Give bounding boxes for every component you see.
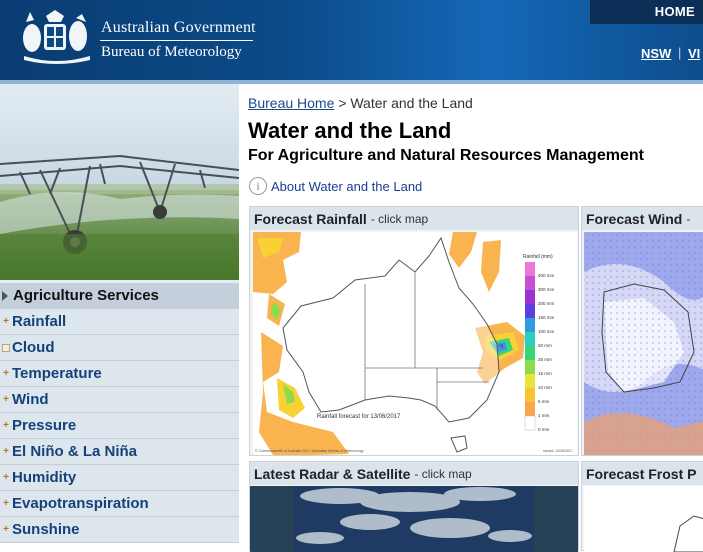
sidebar-item-label: Temperature [12, 365, 102, 382]
sidebar-item-label: Pressure [12, 417, 77, 434]
legend-label: 150 mm [538, 315, 555, 320]
sidebar-item-label: Evapotranspiration [12, 495, 149, 512]
arrow-right-icon [2, 290, 8, 301]
panel-title: Latest Radar & Satellite [254, 465, 411, 482]
panel-header: Forecast Frost P [582, 462, 703, 485]
breadcrumb-separator: > [338, 95, 347, 111]
panel-header: Forecast Rainfall - click map [250, 207, 578, 230]
sidebar-item-pressure[interactable]: + Pressure [0, 413, 239, 439]
breadcrumb-current: Water and the Land [350, 95, 473, 111]
rainfall-legend [524, 262, 536, 431]
sidebar-item-rainfall[interactable]: + Rainfall [0, 309, 239, 335]
sidebar-item-evapotranspiration[interactable]: + Evapotranspiration [0, 491, 239, 517]
legend-label: 15 mm [538, 371, 552, 376]
panel-header: Forecast Wind - [582, 207, 703, 230]
panel-hint: - click map [370, 211, 429, 226]
legend-label: 10 mm [538, 385, 552, 390]
info-icon: i [249, 177, 267, 195]
panel-title: Forecast Frost P [586, 465, 697, 482]
map-caption: Rainfall forecast for 13/06/2017 [317, 414, 401, 420]
legend-label: 400 mm [538, 273, 555, 278]
panel-header: Latest Radar & Satellite - click map [250, 462, 578, 485]
legend-label: 0 mm [538, 427, 550, 432]
plus-box-icon: + [3, 394, 9, 405]
legend-label: 5 mm [538, 399, 550, 404]
sidebar-item-label: Agriculture Services [13, 287, 159, 304]
latest-radar-panel: Latest Radar & Satellite - click map [249, 461, 579, 552]
plus-box-icon: + [3, 524, 9, 535]
legend-label: 100 mm [538, 329, 555, 334]
sidebar-nav: Agriculture Services + Rainfall Cloud + … [0, 283, 239, 543]
panel-title: Forecast Wind [586, 210, 683, 227]
legend-title: Rainfall (mm) [523, 254, 553, 260]
forecast-rainfall-panel: Forecast Rainfall - click map Rainfall (… [249, 206, 579, 456]
irrigation-hero-image [0, 84, 239, 280]
breadcrumb: Bureau Home > Water and the Land [248, 95, 473, 111]
sidebar-item-temperature[interactable]: + Temperature [0, 361, 239, 387]
sidebar-item-label: El Niño & La Niña [12, 443, 138, 460]
map-issued: Issued: 12/06/2017 [543, 449, 573, 453]
radar-satellite-map[interactable] [250, 486, 578, 552]
sidebar-item-label: Sunshine [12, 521, 80, 538]
coat-of-arms-logo[interactable] [16, 8, 98, 66]
legend-label: 50 mm [538, 343, 552, 348]
panel-hint: - [686, 211, 691, 226]
sidebar-item-label: Wind [12, 391, 49, 408]
forecast-rainfall-map[interactable]: Rainfall (mm) 400 mm 300 mm 200 mm 150 m… [253, 232, 577, 455]
page-title: Water and the Land [248, 118, 452, 143]
sidebar-item-label: Rainfall [12, 313, 67, 330]
plus-box-icon: + [3, 368, 9, 379]
about-section: i About Water and the Land [249, 177, 422, 195]
sidebar-item-wind[interactable]: + Wind [0, 387, 239, 413]
forecast-frost-panel: Forecast Frost P [581, 461, 703, 552]
forecast-wind-map[interactable] [584, 232, 703, 455]
government-title: Australian Government [101, 19, 256, 36]
sidebar-item-agriculture-services[interactable]: Agriculture Services [0, 283, 239, 309]
home-link[interactable]: HOME [655, 4, 695, 19]
breadcrumb-home-link[interactable]: Bureau Home [248, 95, 334, 111]
sidebar-item-label: Cloud [12, 339, 55, 356]
legend-label: 200 mm [538, 301, 555, 306]
sidebar-item-sunshine[interactable]: + Sunshine [0, 517, 239, 543]
title-rule [100, 40, 253, 41]
plus-box-icon: + [3, 472, 9, 483]
state-link-nsw[interactable]: NSW [641, 46, 671, 61]
panel-hint: - click map [414, 466, 472, 481]
about-link[interactable]: About Water and the Land [271, 179, 422, 194]
sidebar-item-cloud[interactable]: Cloud [0, 335, 239, 361]
sidebar-item-label: Humidity [12, 469, 77, 486]
map-footer: © Commonwealth of Australia 2017, Austra… [255, 449, 364, 453]
legend-label: 25 mm [538, 357, 552, 362]
sidebar-item-el-nino[interactable]: + El Niño & La Niña [0, 439, 239, 465]
page-subtitle: For Agriculture and Natural Resources Ma… [248, 147, 644, 164]
plus-box-icon: + [3, 446, 9, 457]
sidebar: Agriculture Services + Rainfall Cloud + … [0, 84, 239, 543]
sidebar-item-humidity[interactable]: + Humidity [0, 465, 239, 491]
empty-box-icon [2, 343, 10, 352]
forecast-wind-panel: Forecast Wind - [581, 206, 703, 456]
plus-box-icon: + [3, 420, 9, 431]
state-separator: | [678, 45, 682, 60]
plus-box-icon: + [3, 498, 9, 509]
panel-title: Forecast Rainfall [254, 210, 367, 227]
legend-label: 300 mm [538, 287, 555, 292]
state-link-vic[interactable]: VI [688, 46, 700, 61]
forecast-frost-map[interactable] [584, 486, 703, 552]
agency-name: Bureau of Meteorology [101, 44, 242, 60]
legend-label: 1 mm [538, 413, 550, 418]
plus-box-icon: + [3, 316, 9, 327]
